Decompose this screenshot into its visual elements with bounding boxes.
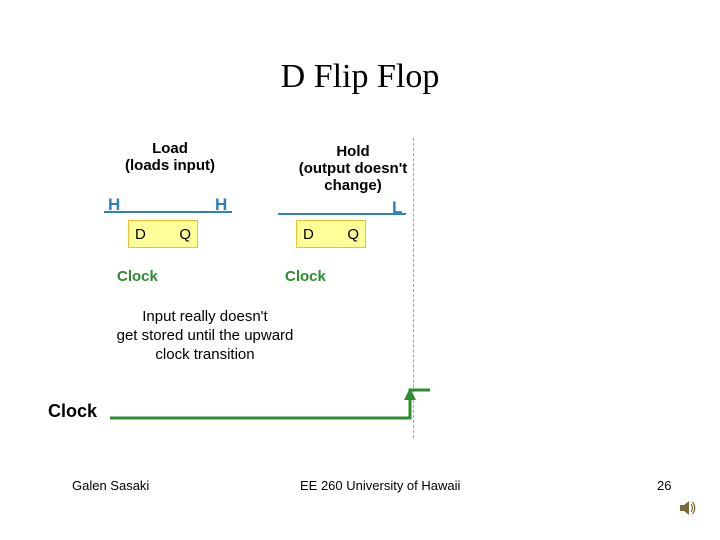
speaker-icon (678, 498, 698, 518)
footer-author: Galen Sasaki (72, 478, 149, 493)
footer-page: 26 (657, 478, 671, 493)
footer-course: EE 260 University of Hawaii (300, 478, 460, 493)
clock-waveform (0, 0, 720, 540)
